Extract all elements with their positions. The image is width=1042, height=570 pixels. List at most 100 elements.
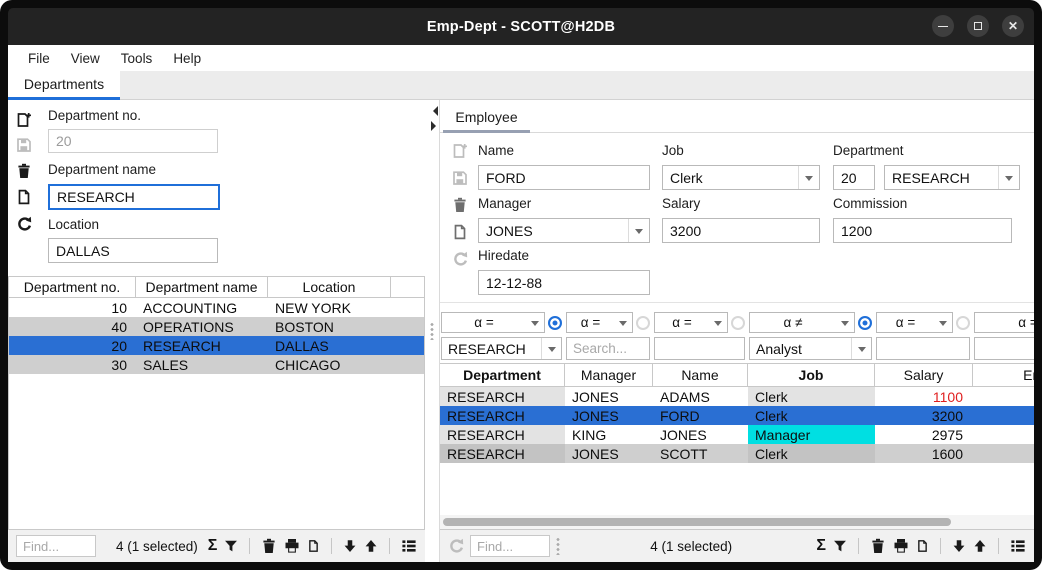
col-header-dept-name[interactable]: Department name	[136, 277, 268, 297]
table-row[interactable]: 30 SALES CHICAGO	[9, 355, 424, 374]
job-combobox[interactable]: Clerk	[662, 165, 820, 190]
filter-row: α = α = α = α ≠	[440, 309, 1034, 362]
table-row[interactable]: RESEARCH JONES FORD Clerk 3200	[440, 406, 1034, 425]
toolbar-grip[interactable]	[556, 537, 560, 555]
delete-icon[interactable]	[452, 197, 468, 213]
name-label: Name	[478, 143, 514, 158]
filter-icon[interactable]	[833, 538, 847, 554]
filter-radio-0[interactable]	[548, 316, 562, 330]
dropdown-button[interactable]	[851, 338, 871, 359]
close-button[interactable]: ✕	[1002, 15, 1024, 37]
filter-operator-combobox[interactable]: α =	[441, 312, 545, 333]
splitter-grip[interactable]	[430, 322, 434, 340]
table-row[interactable]: RESEARCH KING JONES Manager 2975	[440, 425, 1034, 444]
maximize-button[interactable]	[967, 15, 989, 37]
print-icon[interactable]	[284, 538, 300, 554]
dept-name-field[interactable]	[48, 184, 220, 210]
dept-no-field[interactable]	[48, 129, 218, 153]
filter-radio-3[interactable]	[858, 316, 872, 330]
name-field[interactable]	[478, 165, 650, 190]
filter-radio-1[interactable]	[636, 316, 650, 330]
horizontal-scrollbar[interactable]	[440, 515, 1034, 529]
copy-icon[interactable]	[16, 189, 32, 205]
move-down-icon[interactable]	[343, 538, 357, 554]
save-icon[interactable]	[16, 137, 32, 153]
col-header-location[interactable]: Location	[268, 277, 391, 297]
col-header-dept-no[interactable]: Department no.	[9, 277, 136, 297]
col-header-salary[interactable]: Salary	[875, 364, 973, 386]
filter-operator-combobox[interactable]: α =	[566, 312, 633, 333]
menu-view[interactable]: View	[63, 48, 108, 69]
move-up-icon[interactable]	[364, 538, 378, 554]
filter-value-input[interactable]	[654, 337, 745, 360]
filter-operator-combobox[interactable]: α =	[654, 312, 728, 333]
refresh-icon[interactable]	[452, 251, 468, 267]
sum-icon[interactable]: Σ	[208, 538, 218, 554]
move-down-icon[interactable]	[952, 538, 966, 554]
delete-icon[interactable]	[261, 538, 277, 554]
panel-splitter[interactable]	[425, 100, 440, 562]
chevron-down-icon	[805, 176, 813, 185]
location-field[interactable]	[48, 238, 218, 263]
filter-radio-4[interactable]	[956, 316, 970, 330]
separator	[331, 538, 332, 554]
department-combobox[interactable]: RESEARCH	[884, 165, 1020, 190]
list-view-icon[interactable]	[401, 538, 417, 554]
move-up-icon[interactable]	[973, 538, 987, 554]
col-header-department[interactable]: Department	[440, 364, 565, 386]
col-header-name[interactable]: Name	[653, 364, 748, 386]
department-no-field[interactable]	[833, 165, 875, 190]
copy-icon[interactable]	[452, 224, 468, 240]
col-header-employee[interactable]: Employ	[973, 364, 1034, 386]
delete-icon[interactable]	[870, 538, 886, 554]
salary-field[interactable]	[662, 218, 820, 243]
filter-value-input[interactable]	[974, 337, 1034, 360]
save-icon[interactable]	[452, 170, 468, 186]
dropdown-button[interactable]	[798, 166, 819, 189]
find-input[interactable]	[16, 535, 96, 557]
refresh-icon[interactable]	[448, 538, 464, 554]
manager-combobox[interactable]: JONES	[478, 218, 650, 243]
refresh-icon[interactable]	[16, 216, 32, 232]
tab-employee[interactable]: Employee	[443, 103, 530, 133]
table-row[interactable]: 20 RESEARCH DALLAS	[9, 336, 424, 355]
collapse-left-icon[interactable]	[428, 106, 438, 116]
table-row[interactable]: 10 ACCOUNTING NEW YORK	[9, 298, 424, 317]
sum-icon[interactable]: Σ	[816, 538, 826, 554]
filter-icon[interactable]	[224, 538, 238, 554]
find-input[interactable]	[470, 535, 550, 557]
filter-value-combobox[interactable]: RESEARCH	[441, 337, 562, 360]
location-label: Location	[48, 217, 99, 232]
dropdown-button[interactable]	[541, 338, 561, 359]
table-row[interactable]: 40 OPERATIONS BOSTON	[9, 317, 424, 336]
menu-help[interactable]: Help	[165, 48, 209, 69]
list-view-icon[interactable]	[1010, 538, 1026, 554]
filter-value-combobox[interactable]: Analyst	[749, 337, 872, 360]
col-header-job[interactable]: Job	[748, 364, 875, 386]
minimize-button[interactable]	[932, 15, 954, 37]
print-icon[interactable]	[893, 538, 909, 554]
col-header-manager[interactable]: Manager	[565, 364, 653, 386]
new-record-icon[interactable]	[16, 112, 32, 128]
filter-value-input[interactable]	[566, 337, 650, 360]
delete-icon[interactable]	[16, 163, 32, 179]
dropdown-button[interactable]	[628, 219, 649, 242]
new-record-icon[interactable]	[452, 143, 468, 159]
filter-operator-combobox[interactable]: α =	[876, 312, 953, 333]
copy-icon[interactable]	[916, 538, 929, 554]
filter-value-input[interactable]	[876, 337, 970, 360]
filter-radio-2[interactable]	[731, 316, 745, 330]
app-window: Emp-Dept - SCOTT@H2DB ✕ File View Tools …	[0, 0, 1042, 570]
dropdown-button[interactable]	[998, 166, 1019, 189]
copy-icon[interactable]	[307, 538, 320, 554]
hiredate-field[interactable]	[478, 270, 650, 295]
table-row[interactable]: RESEARCH JONES SCOTT Clerk 1600	[440, 444, 1034, 463]
scrollbar-thumb[interactable]	[443, 518, 951, 526]
tab-departments[interactable]: Departments	[8, 71, 120, 100]
filter-operator-combobox[interactable]: α =	[974, 312, 1034, 333]
menu-file[interactable]: File	[20, 48, 58, 69]
commission-field[interactable]	[833, 218, 1012, 243]
table-row[interactable]: RESEARCH JONES ADAMS Clerk 1100	[440, 387, 1034, 406]
filter-operator-combobox[interactable]: α ≠	[749, 312, 855, 333]
menu-tools[interactable]: Tools	[113, 48, 161, 69]
